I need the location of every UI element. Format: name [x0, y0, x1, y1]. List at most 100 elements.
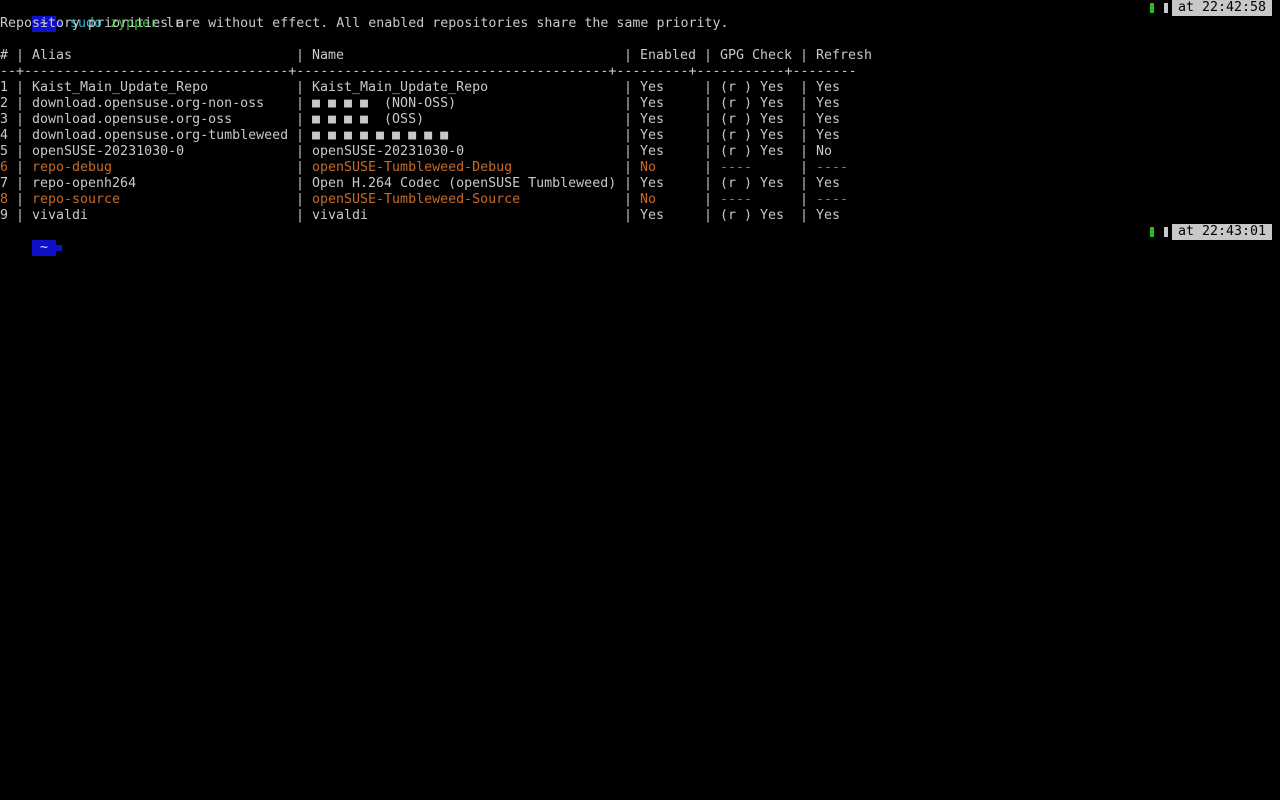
- row-num: 9: [0, 208, 9, 223]
- row-name: ■ ■ ■ ■ (OSS): [312, 112, 425, 127]
- column-separator: |: [624, 192, 633, 207]
- status-separator-icon: [1163, 227, 1168, 237]
- column-separator: |: [16, 176, 25, 191]
- row-enabled: Yes: [640, 96, 665, 111]
- row-num: 5: [0, 144, 9, 159]
- row-num: 1: [0, 80, 9, 95]
- column-separator: |: [704, 96, 713, 111]
- column-separator: |: [800, 96, 809, 111]
- home-segment: ~: [32, 240, 57, 256]
- column-separator: |: [704, 208, 713, 223]
- table-row: 6 | repo-debug | openSUSE-Tumbleweed-Debug | N…: [0, 160, 1000, 176]
- prompt-line-1: ~ sudo zypper lr: [0, 0, 182, 32]
- row-enabled: Yes: [640, 128, 665, 143]
- column-separator: |: [624, 160, 633, 175]
- row-gpg: (r ) Yes: [720, 208, 785, 223]
- column-separator: |: [704, 160, 713, 175]
- column-separator: |: [800, 112, 809, 127]
- column-separator: |: [16, 192, 25, 207]
- row-refresh: Yes: [816, 112, 841, 127]
- status-ok-icon: [1149, 3, 1154, 13]
- column-separator: |: [296, 160, 305, 175]
- header-refresh: Refresh: [816, 48, 873, 63]
- column-separator: |: [800, 128, 809, 143]
- row-name: openSUSE-20231030-0: [312, 144, 465, 159]
- row-refresh: ----: [816, 160, 849, 175]
- status-ok-icon: [1149, 227, 1154, 237]
- row-enabled: No: [640, 192, 657, 207]
- column-separator: |: [16, 96, 25, 111]
- column-separator: |: [704, 80, 713, 95]
- column-separator: |: [704, 176, 713, 191]
- prompt-status-2: at 22:43:01: [1149, 224, 1272, 240]
- row-name: Kaist_Main_Update_Repo: [312, 80, 489, 95]
- row-refresh: ----: [816, 192, 849, 207]
- row-alias: repo-source: [32, 192, 121, 207]
- column-separator: |: [296, 96, 305, 111]
- table-row: 3 | download.opensuse.org-oss | ■ ■ ■ ■ (OSS…: [0, 112, 1000, 128]
- column-separator: |: [624, 96, 633, 111]
- column-separator: |: [16, 80, 25, 95]
- row-gpg: (r ) Yes: [720, 144, 785, 159]
- row-refresh: No: [816, 144, 833, 159]
- header-enabled: Enabled: [640, 48, 697, 63]
- table-row: 2 | download.opensuse.org-non-oss | ■ ■ ■ ■ …: [0, 96, 1000, 112]
- row-refresh: Yes: [816, 128, 841, 143]
- column-separator: |: [800, 80, 809, 95]
- terminal-window[interactable]: ~ sudo zypper lr at 22:42:58 Repository p…: [0, 0, 1280, 800]
- column-separator: |: [704, 192, 713, 207]
- row-num: 8: [0, 192, 9, 207]
- column-separator: |: [704, 112, 713, 127]
- table-row: 4 | download.opensuse.org-tumbleweed | ■ ■ ■…: [0, 128, 1000, 144]
- prompt-status-1: at 22:42:58: [1149, 0, 1272, 16]
- row-num: 2: [0, 96, 9, 111]
- row-enabled: Yes: [640, 112, 665, 127]
- prompt-arrow-icon: [56, 245, 63, 251]
- table-row: 1 | Kaist_Main_Update_Repo | Kaist_Main_Upda…: [0, 80, 1000, 96]
- column-separator: |: [16, 208, 25, 223]
- row-num: 6: [0, 160, 9, 175]
- row-alias: repo-openh264: [32, 176, 137, 191]
- column-separator: |: [296, 128, 305, 143]
- column-separator: |: [800, 144, 809, 159]
- column-separator: |: [704, 144, 713, 159]
- table-row: 8 | repo-source | openSUSE-Tumbleweed-Source…: [0, 192, 1000, 208]
- table-row: 5 | openSUSE-20231030-0 | openSUSE-20231030-…: [0, 144, 1000, 160]
- row-gpg: (r ) Yes: [720, 176, 785, 191]
- row-enabled: Yes: [640, 208, 665, 223]
- row-enabled: No: [640, 160, 657, 175]
- row-gpg: (r ) Yes: [720, 112, 785, 127]
- row-alias: Kaist_Main_Update_Repo: [32, 80, 209, 95]
- row-refresh: Yes: [816, 80, 841, 95]
- row-gpg: (r ) Yes: [720, 96, 785, 111]
- header-num: #: [0, 48, 9, 63]
- row-alias: repo-debug: [32, 160, 113, 175]
- column-separator: |: [800, 192, 809, 207]
- row-name: openSUSE-Tumbleweed-Debug: [312, 160, 513, 175]
- column-separator: |: [800, 160, 809, 175]
- row-name: vivaldi: [312, 208, 369, 223]
- row-enabled: Yes: [640, 144, 665, 159]
- row-name: Open H.264 Codec (openSUSE Tumbleweed): [312, 176, 617, 191]
- row-name: openSUSE-Tumbleweed-Source: [312, 192, 521, 207]
- header-name: Name: [312, 48, 345, 63]
- column-separator: |: [296, 208, 305, 223]
- priority-message: Repository priorities are without effect…: [0, 16, 729, 31]
- column-separator: |: [704, 128, 713, 143]
- table-divider: --+---------------------------------+---…: [0, 64, 857, 79]
- column-separator: |: [16, 112, 25, 127]
- column-separator: |: [16, 160, 25, 175]
- row-num: 4: [0, 128, 9, 143]
- row-enabled: Yes: [640, 80, 665, 95]
- table-header: # | Alias | Name | Enabled | GPG Check |…: [0, 48, 873, 63]
- row-gpg: (r ) Yes: [720, 80, 785, 95]
- row-refresh: Yes: [816, 96, 841, 111]
- timestamp: at 22:42:58: [1171, 0, 1272, 16]
- row-gpg: ----: [720, 160, 753, 175]
- row-gpg: (r ) Yes: [720, 128, 785, 143]
- row-num: 3: [0, 112, 9, 127]
- column-separator: |: [296, 192, 305, 207]
- status-separator-icon: [1163, 3, 1168, 13]
- prompt-line-2[interactable]: ~: [0, 224, 70, 256]
- row-num: 7: [0, 176, 9, 191]
